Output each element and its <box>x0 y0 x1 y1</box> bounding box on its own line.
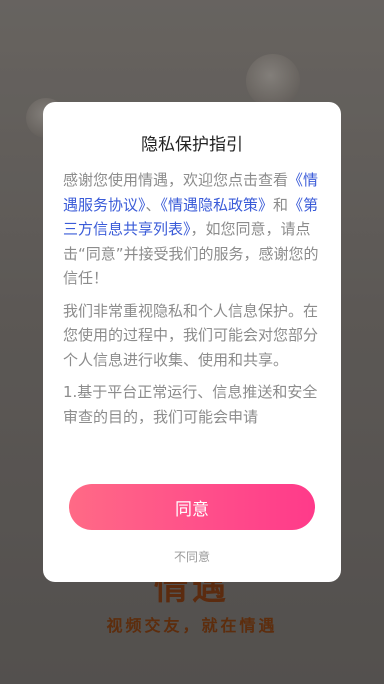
separator-text: 和 <box>273 195 289 214</box>
intro-text: 感谢您使用情遇，欢迎您点击查看 <box>63 171 289 189</box>
separator-text: 、 <box>145 195 161 214</box>
dialog-body[interactable]: 感谢您使用情遇，欢迎您点击查看《情遇服务协议》、《情遇隐私政策》和《第三方信息共… <box>63 168 323 460</box>
data-collection-paragraph: 我们非常重视隐私和个人信息保护。在您使用的过程中，我们可能会对您部分个人信息进行… <box>63 301 319 369</box>
privacy-policy-link[interactable]: 《情遇隐私政策》 <box>161 196 274 214</box>
intro-paragraph: 感谢您使用情遇，欢迎您点击查看《情遇服务协议》、《情遇隐私政策》和《第三方信息共… <box>63 168 323 291</box>
agree-button[interactable]: 同意 <box>69 484 315 530</box>
dialog-title: 隐私保护指引 <box>141 135 243 155</box>
privacy-dialog: 隐私保护指引 感谢您使用情遇，欢迎您点击查看《情遇服务协议》、《情遇隐私政策》和… <box>43 102 341 582</box>
permissions-paragraph: 1.基于平台正常运行、信息推送和安全审查的目的，我们可能会申请 <box>63 383 318 426</box>
disagree-button[interactable]: 不同意 <box>43 548 341 565</box>
